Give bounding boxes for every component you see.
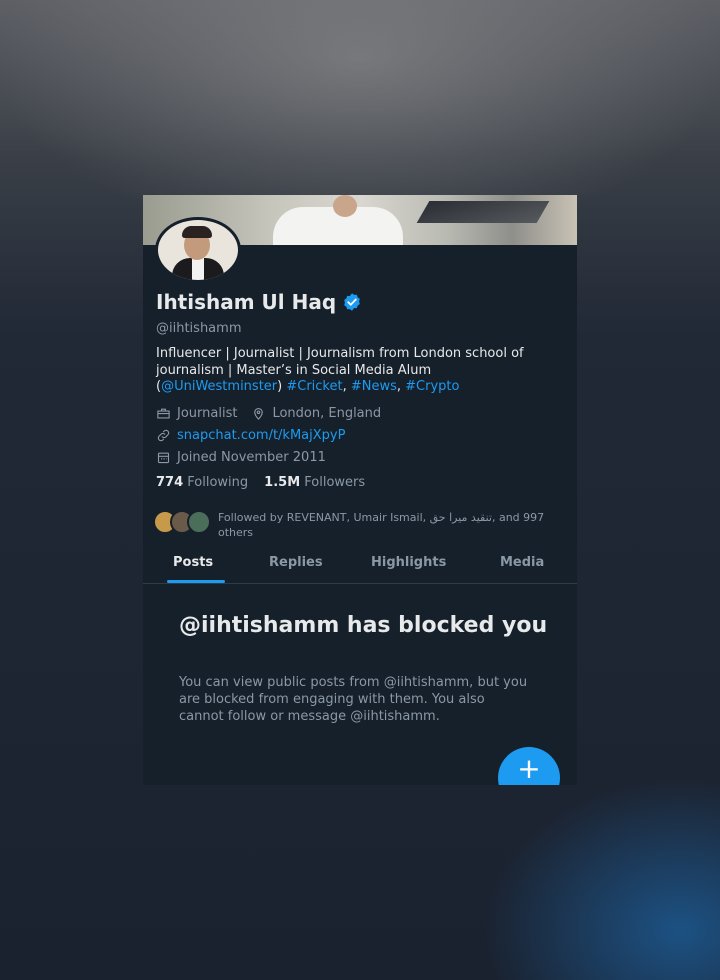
profile-profession: Journalist <box>177 406 238 421</box>
hashtag-news-link[interactable]: #News <box>351 379 397 394</box>
blocked-description: You can view public posts from @iihtisha… <box>179 675 528 724</box>
blocked-title: @iihtishamm has blocked you <box>179 613 548 638</box>
profile-handle: @iihtishamm <box>156 321 242 336</box>
profile-joined-date: Joined November 2011 <box>177 450 326 465</box>
briefcase-icon <box>157 408 170 419</box>
verified-badge-icon[interactable] <box>342 292 362 312</box>
profile-name-row: Ihtisham Ul Haq <box>156 290 362 314</box>
banner-person-head <box>333 195 357 217</box>
plus-icon: + <box>517 752 541 785</box>
follower-avatar <box>187 510 211 534</box>
bio-mention-link[interactable]: @UniWestminster <box>161 379 277 394</box>
profile-bio: Influencer | Journalist | Journalism fro… <box>156 346 524 394</box>
hashtag-cricket-link[interactable]: #Cricket <box>286 379 342 394</box>
profile-location: London, England <box>272 406 382 421</box>
following-count-link[interactable]: 774 Following <box>156 475 248 490</box>
tab-highlights[interactable]: Highlights <box>371 555 446 570</box>
profile-meta-row: Journalist London, England <box>156 406 381 421</box>
profile-stats: 774 Following 1.5M Followers <box>156 475 365 490</box>
banner-aircraft-image <box>416 201 550 223</box>
profile-website-link[interactable]: snapchat.com/t/kMajXpyP <box>177 428 345 443</box>
profile-name: Ihtisham Ul Haq <box>156 290 337 314</box>
active-tab-indicator <box>167 580 225 583</box>
location-pin-icon <box>254 407 264 420</box>
profile-website-row: snapchat.com/t/kMajXpyP <box>156 428 345 443</box>
profile-screen: Ihtisham Ul Haq @iihtishamm Influencer |… <box>143 195 577 785</box>
tab-replies[interactable]: Replies <box>269 555 323 570</box>
profile-tabs: Posts Replies Highlights Media <box>143 547 577 584</box>
tab-posts[interactable]: Posts <box>173 555 213 570</box>
tab-media[interactable]: Media <box>500 555 544 570</box>
followed-by-row[interactable]: Followed by REVENANT, Umair Ismail, تنقی… <box>153 510 568 540</box>
profile-joined-row: Joined November 2011 <box>156 450 326 465</box>
followed-by-text: Followed by REVENANT, Umair Ismail, تنقی… <box>218 511 545 539</box>
followers-count-link[interactable]: 1.5M Followers <box>264 475 365 490</box>
calendar-icon <box>157 452 170 464</box>
link-icon <box>157 429 170 442</box>
hashtag-crypto-link[interactable]: #Crypto <box>405 379 459 394</box>
compose-post-button[interactable]: + <box>498 747 560 785</box>
avatar[interactable] <box>155 217 241 283</box>
